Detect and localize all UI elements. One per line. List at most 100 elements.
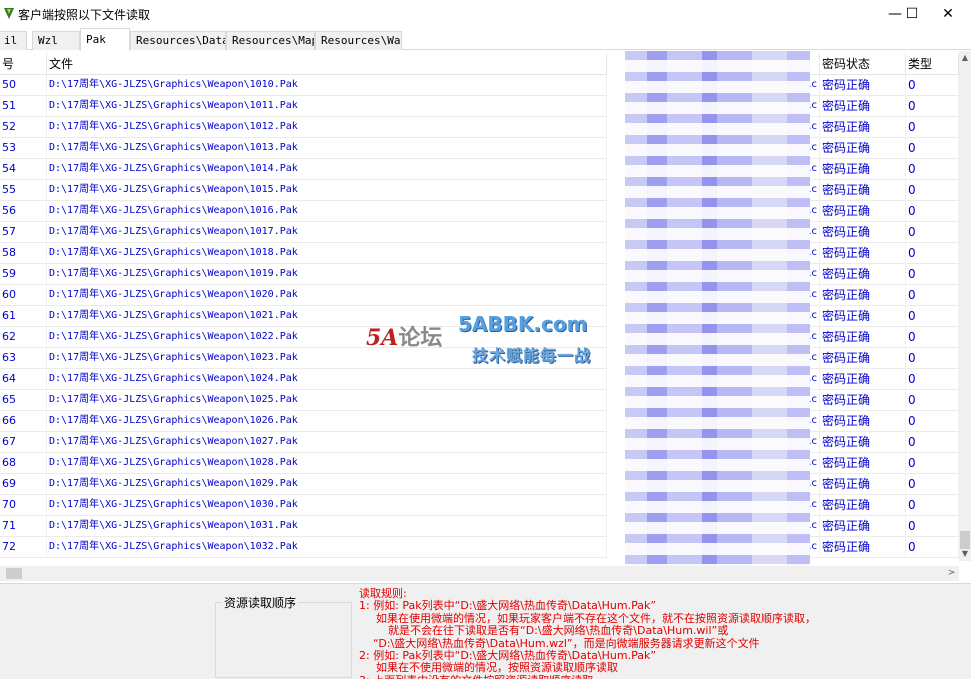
table-row[interactable]: 62 D:\17周年\XG-JLZS\Graphics\Weapon\1022.P… bbox=[0, 327, 959, 348]
row-hidden: .c bbox=[607, 75, 820, 96]
row-hidden: .c bbox=[607, 159, 820, 180]
row-hidden: .c bbox=[607, 201, 820, 222]
table-row[interactable]: 52 D:\17周年\XG-JLZS\Graphics\Weapon\1012.P… bbox=[0, 117, 959, 138]
row-file: D:\17周年\XG-JLZS\Graphics\Weapon\1012.Pak bbox=[47, 117, 607, 138]
close-button[interactable]: ✕ bbox=[925, 0, 971, 28]
row-hidden: .c bbox=[607, 306, 820, 327]
row-password-status: 密码正确 bbox=[820, 222, 906, 243]
row-password-status: 密码正确 bbox=[820, 327, 906, 348]
header-id[interactable]: 号 bbox=[0, 53, 47, 75]
table-row[interactable]: 54 D:\17周年\XG-JLZS\Graphics\Weapon\1014.P… bbox=[0, 159, 959, 180]
table-row[interactable]: 61 D:\17周年\XG-JLZS\Graphics\Weapon\1021.P… bbox=[0, 306, 959, 327]
row-id: 68 bbox=[0, 453, 47, 474]
table-row[interactable]: 50 D:\17周年\XG-JLZS\Graphics\Weapon\1010.P… bbox=[0, 75, 959, 96]
row-type: 0 bbox=[906, 180, 959, 201]
header-password-status[interactable]: 密码状态 bbox=[820, 53, 906, 75]
table-row[interactable]: 60 D:\17周年\XG-JLZS\Graphics\Weapon\1020.P… bbox=[0, 285, 959, 306]
scroll-right-icon[interactable]: > bbox=[944, 566, 959, 581]
horizontal-scroll-thumb[interactable] bbox=[6, 568, 22, 579]
row-id: 65 bbox=[0, 390, 47, 411]
table-row[interactable]: 58 D:\17周年\XG-JLZS\Graphics\Weapon\1018.P… bbox=[0, 243, 959, 264]
row-type: 0 bbox=[906, 432, 959, 453]
row-type: 0 bbox=[906, 222, 959, 243]
file-grid[interactable]: 号 文件 密码状态 类型 50 D:\17周年\XG-JLZS\Graphics\… bbox=[0, 51, 959, 561]
row-id: 57 bbox=[0, 222, 47, 243]
table-row[interactable]: 71 D:\17周年\XG-JLZS\Graphics\Weapon\1031.P… bbox=[0, 516, 959, 537]
row-type: 0 bbox=[906, 348, 959, 369]
tab-resources-data[interactable]: Resources\Data bbox=[130, 31, 226, 50]
row-password-status: 密码正确 bbox=[820, 411, 906, 432]
row-file: D:\17周年\XG-JLZS\Graphics\Weapon\1025.Pak bbox=[47, 390, 607, 411]
table-row[interactable]: 65 D:\17周年\XG-JLZS\Graphics\Weapon\1025.P… bbox=[0, 390, 959, 411]
table-row[interactable]: 55 D:\17周年\XG-JLZS\Graphics\Weapon\1015.P… bbox=[0, 180, 959, 201]
row-hidden: .c bbox=[607, 369, 820, 390]
row-id: 71 bbox=[0, 516, 47, 537]
header-file[interactable]: 文件 bbox=[47, 53, 607, 75]
row-type: 0 bbox=[906, 411, 959, 432]
row-type: 0 bbox=[906, 285, 959, 306]
tab-il[interactable]: il bbox=[0, 31, 27, 50]
table-row[interactable]: 56 D:\17周年\XG-JLZS\Graphics\Weapon\1016.P… bbox=[0, 201, 959, 222]
row-id: 70 bbox=[0, 495, 47, 516]
row-file: D:\17周年\XG-JLZS\Graphics\Weapon\1023.Pak bbox=[47, 348, 607, 369]
table-row[interactable]: 69 D:\17周年\XG-JLZS\Graphics\Weapon\1029.P… bbox=[0, 474, 959, 495]
table-row[interactable]: 53 D:\17周年\XG-JLZS\Graphics\Weapon\1013.P… bbox=[0, 138, 959, 159]
row-hidden: .c bbox=[607, 285, 820, 306]
window-title: 客户端按照以下文件读取 bbox=[18, 8, 151, 22]
bottom-panel: 资源读取顺序 读取规则: 1: 例如: Pak列表中“D:\盛大网络\热血传奇\D… bbox=[0, 583, 971, 679]
row-id: 62 bbox=[0, 327, 47, 348]
row-password-status: 密码正确 bbox=[820, 537, 906, 558]
row-hidden: .c bbox=[607, 474, 820, 495]
table-row[interactable]: 68 D:\17周年\XG-JLZS\Graphics\Weapon\1028.P… bbox=[0, 453, 959, 474]
row-type: 0 bbox=[906, 474, 959, 495]
scroll-down-icon[interactable]: ▼ bbox=[959, 547, 971, 561]
row-password-status: 密码正确 bbox=[820, 117, 906, 138]
row-file: D:\17周年\XG-JLZS\Graphics\Weapon\1021.Pak bbox=[47, 306, 607, 327]
resource-order-title: 资源读取顺序 bbox=[222, 594, 299, 611]
row-file: D:\17周年\XG-JLZS\Graphics\Weapon\1031.Pak bbox=[47, 516, 607, 537]
row-hidden: .c bbox=[607, 390, 820, 411]
row-file: D:\17周年\XG-JLZS\Graphics\Weapon\1024.Pak bbox=[47, 369, 607, 390]
row-password-status: 密码正确 bbox=[820, 75, 906, 96]
row-file: D:\17周年\XG-JLZS\Graphics\Weapon\1022.Pak bbox=[47, 327, 607, 348]
row-id: 54 bbox=[0, 159, 47, 180]
row-type: 0 bbox=[906, 159, 959, 180]
tab-wzl[interactable]: Wzl bbox=[32, 31, 80, 50]
table-row[interactable]: 67 D:\17周年\XG-JLZS\Graphics\Weapon\1027.P… bbox=[0, 432, 959, 453]
vertical-scrollbar[interactable]: ▲ ▼ bbox=[959, 51, 971, 561]
tab-pak[interactable]: Pak bbox=[80, 28, 130, 51]
scroll-up-icon[interactable]: ▲ bbox=[959, 51, 971, 65]
row-password-status: 密码正确 bbox=[820, 495, 906, 516]
row-id: 52 bbox=[0, 117, 47, 138]
row-password-status: 密码正确 bbox=[820, 201, 906, 222]
read-rules: 读取规则: 1: 例如: Pak列表中“D:\盛大网络\热血传奇\Data\Hum… bbox=[359, 587, 969, 679]
row-id: 63 bbox=[0, 348, 47, 369]
row-hidden: .c bbox=[607, 117, 820, 138]
app-icon bbox=[4, 8, 14, 19]
tab-resources-wav[interactable]: Resources\Wav bbox=[315, 31, 402, 50]
table-row[interactable]: 72 D:\17周年\XG-JLZS\Graphics\Weapon\1032.P… bbox=[0, 537, 959, 558]
header-hidden[interactable] bbox=[607, 53, 820, 75]
table-row[interactable]: 51 D:\17周年\XG-JLZS\Graphics\Weapon\1011.P… bbox=[0, 96, 959, 117]
resource-order-group[interactable] bbox=[215, 602, 352, 678]
row-hidden: .c bbox=[607, 348, 820, 369]
row-password-status: 密码正确 bbox=[820, 348, 906, 369]
table-row[interactable]: 59 D:\17周年\XG-JLZS\Graphics\Weapon\1019.P… bbox=[0, 264, 959, 285]
table-row[interactable]: 57 D:\17周年\XG-JLZS\Graphics\Weapon\1017.P… bbox=[0, 222, 959, 243]
table-row[interactable]: 64 D:\17周年\XG-JLZS\Graphics\Weapon\1024.P… bbox=[0, 369, 959, 390]
row-file: D:\17周年\XG-JLZS\Graphics\Weapon\1011.Pak bbox=[47, 96, 607, 117]
row-file: D:\17周年\XG-JLZS\Graphics\Weapon\1010.Pak bbox=[47, 75, 607, 96]
row-id: 56 bbox=[0, 201, 47, 222]
table-row[interactable]: 63 D:\17周年\XG-JLZS\Graphics\Weapon\1023.P… bbox=[0, 348, 959, 369]
header-type[interactable]: 类型 bbox=[906, 53, 959, 75]
row-password-status: 密码正确 bbox=[820, 138, 906, 159]
tab-resources-map[interactable]: Resources\Map bbox=[226, 31, 315, 50]
row-id: 67 bbox=[0, 432, 47, 453]
row-id: 60 bbox=[0, 285, 47, 306]
table-row[interactable]: 70 D:\17周年\XG-JLZS\Graphics\Weapon\1030.P… bbox=[0, 495, 959, 516]
row-file: D:\17周年\XG-JLZS\Graphics\Weapon\1028.Pak bbox=[47, 453, 607, 474]
row-type: 0 bbox=[906, 390, 959, 411]
horizontal-scrollbar[interactable]: > bbox=[0, 566, 959, 581]
row-file: D:\17周年\XG-JLZS\Graphics\Weapon\1019.Pak bbox=[47, 264, 607, 285]
table-row[interactable]: 66 D:\17周年\XG-JLZS\Graphics\Weapon\1026.P… bbox=[0, 411, 959, 432]
